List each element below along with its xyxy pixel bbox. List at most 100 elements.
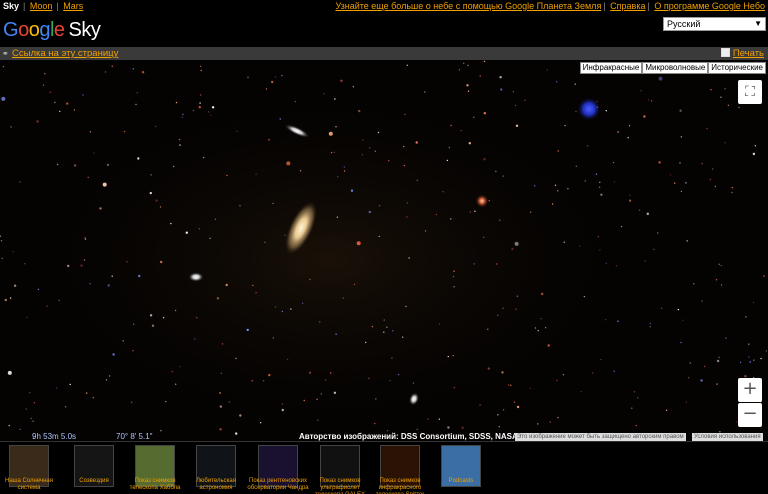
star	[317, 419, 319, 421]
star	[460, 129, 462, 132]
star	[495, 170, 497, 173]
star	[416, 179, 418, 182]
star	[605, 110, 607, 112]
star	[541, 292, 544, 296]
nav-mars[interactable]: Mars	[63, 1, 83, 11]
star	[334, 98, 336, 100]
star	[404, 113, 406, 116]
star	[239, 414, 242, 417]
star	[64, 406, 67, 408]
star	[170, 222, 172, 225]
star	[301, 302, 304, 304]
star	[584, 180, 586, 182]
star	[720, 96, 722, 98]
star	[208, 111, 210, 113]
layer-infrared[interactable]: Инфракрасные	[579, 62, 643, 74]
star	[627, 137, 629, 139]
google-sky-logo[interactable]: Google Sky	[3, 19, 101, 42]
star	[467, 90, 470, 92]
star	[483, 60, 486, 63]
star	[155, 199, 158, 202]
star	[29, 392, 31, 394]
star	[319, 321, 321, 323]
star	[281, 408, 284, 412]
star	[388, 160, 390, 162]
star	[738, 106, 740, 109]
zoom-out-button[interactable]: −	[738, 403, 762, 427]
star	[220, 372, 222, 374]
nav-moon[interactable]: Moon	[30, 1, 53, 11]
star	[469, 211, 471, 213]
layer-historical[interactable]: Исторические	[708, 62, 766, 74]
minus-icon: −	[742, 403, 758, 424]
star	[112, 353, 115, 356]
star	[483, 112, 486, 115]
fullscreen-button[interactable]: ⛶	[738, 80, 762, 104]
star	[328, 131, 333, 136]
help-link[interactable]: Справка	[610, 1, 645, 11]
print-link[interactable]: Печать	[733, 47, 764, 60]
star	[86, 392, 88, 394]
star	[274, 306, 277, 308]
tour-solar-system[interactable]: Наша Солнечная система	[5, 445, 53, 493]
star	[406, 216, 408, 218]
star	[557, 150, 559, 152]
tour-podcasts[interactable]: Podcasts	[438, 445, 484, 493]
tour-chandra[interactable]: Показ рентгеновских обсерватории Чандра	[247, 445, 309, 493]
star	[473, 263, 475, 265]
star	[753, 359, 755, 361]
layer-microwave[interactable]: Микроволновые	[642, 62, 709, 74]
star	[160, 260, 163, 264]
star	[309, 278, 311, 281]
star	[54, 101, 56, 104]
star	[680, 190, 683, 193]
star	[638, 209, 641, 211]
star	[209, 237, 211, 240]
star	[483, 158, 486, 161]
star	[442, 191, 444, 193]
tour-spitzer[interactable]: Показ снимков инфракрасного телескопа Sp…	[376, 445, 424, 494]
star	[374, 150, 376, 152]
page-link[interactable]: Ссылка на эту страницу	[12, 47, 118, 60]
tour-hubble[interactable]: Показ снимков телескопа Хаббла	[130, 445, 180, 493]
language-select[interactable]: Русский ▼	[663, 17, 766, 31]
red-star	[475, 194, 489, 208]
star	[281, 74, 283, 77]
earth-link[interactable]: Узнайте еще больше о небе с помощью Goog…	[335, 1, 601, 11]
star	[748, 343, 750, 345]
star	[343, 170, 346, 172]
star	[727, 104, 730, 106]
about-link[interactable]: О программе Google Небо	[654, 1, 765, 11]
star	[549, 421, 551, 423]
star	[356, 241, 361, 246]
star	[137, 157, 140, 160]
star	[131, 401, 133, 403]
star	[669, 174, 672, 176]
copyright-notice[interactable]: Это изображение может быть защищено авто…	[515, 433, 686, 441]
tour-amateur[interactable]: Любительская астрономия	[193, 445, 239, 493]
printer-icon[interactable]	[721, 48, 730, 57]
terms-link[interactable]: Условия использования	[692, 433, 763, 441]
language-value: Русский	[667, 19, 701, 29]
star	[752, 152, 756, 156]
star	[405, 305, 407, 308]
tour-galex[interactable]: Показ снимков ультрафиолет телескопа GAL…	[315, 445, 365, 494]
star	[682, 319, 684, 321]
star	[467, 64, 469, 67]
star	[337, 176, 339, 178]
star	[567, 188, 569, 190]
ra-readout: 9h 53m 5.0s	[32, 432, 77, 441]
tour-constellations[interactable]: Созвездия	[71, 445, 117, 493]
star	[701, 162, 703, 165]
zoom-in-button[interactable]: +	[738, 378, 762, 402]
star	[511, 247, 514, 251]
sky-map[interactable]	[0, 60, 768, 441]
star	[174, 309, 177, 312]
nav-sky[interactable]: Sky	[3, 1, 19, 11]
star	[731, 191, 733, 194]
star	[294, 100, 297, 103]
star	[575, 110, 577, 113]
star	[106, 163, 110, 167]
star	[635, 424, 637, 427]
star	[111, 65, 114, 67]
